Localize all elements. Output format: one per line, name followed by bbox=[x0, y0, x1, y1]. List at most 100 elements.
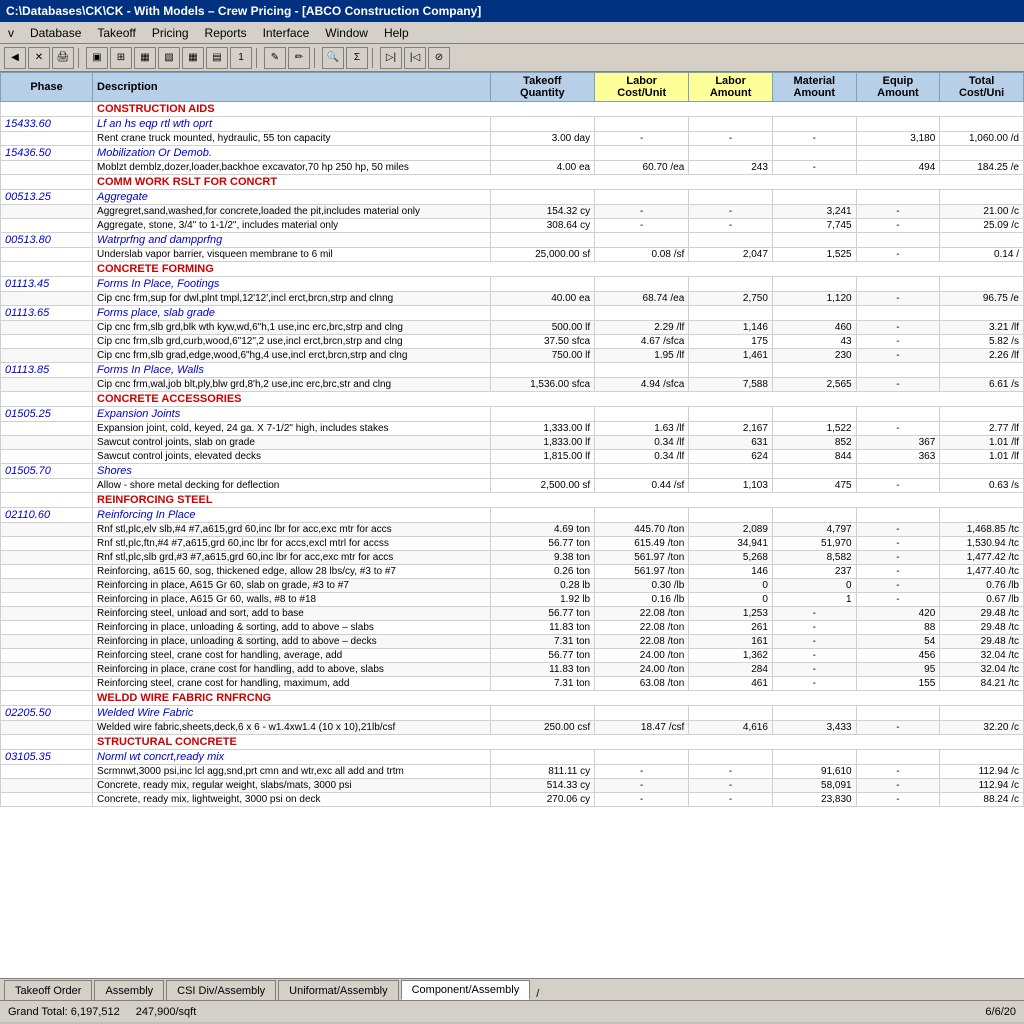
cell-labor-cost: - bbox=[595, 765, 689, 779]
table-row: Cip cnc frm,sup for dwl,plnt tmpl,12'12'… bbox=[1, 292, 1024, 306]
table-row: 01505.70Shores bbox=[1, 464, 1024, 479]
cell-labor-cost: - bbox=[595, 205, 689, 219]
toolbar-btn-1[interactable]: ◀ bbox=[4, 47, 26, 69]
cell-phase bbox=[1, 450, 93, 464]
cell-labor-cost: 60.70 /ea bbox=[595, 161, 689, 175]
cell-description: Rnf stl,plc,ftn,#4 #7,a615,grd 60,inc lb… bbox=[93, 537, 490, 551]
col-header-takeoff: TakeoffQuantity bbox=[490, 73, 595, 102]
cell-total: 96.75 /e bbox=[940, 292, 1024, 306]
cell-labor-amount: 461 bbox=[689, 677, 773, 691]
cell-equip: - bbox=[856, 579, 940, 593]
cell-total bbox=[940, 233, 1024, 248]
grand-total: Grand Total: 6,197,512 bbox=[8, 1006, 120, 1018]
cell-total bbox=[940, 363, 1024, 378]
cell-labor-amount: 2,089 bbox=[689, 523, 773, 537]
table-row: Cip cnc frm,slb grad,edge,wood,6"hg,4 us… bbox=[1, 349, 1024, 363]
toolbar-btn-9[interactable]: ▤ bbox=[206, 47, 228, 69]
toolbar-btn-14[interactable]: Σ bbox=[346, 47, 368, 69]
cell-labor-cost bbox=[595, 363, 689, 378]
toolbar-btn-13[interactable]: 🔍 bbox=[322, 47, 344, 69]
cell-takeoff: 37.50 sfca bbox=[490, 335, 595, 349]
cell-labor-amount: 2,750 bbox=[689, 292, 773, 306]
cell-equip: - bbox=[856, 523, 940, 537]
cell-labor-cost: 22.08 /ton bbox=[595, 635, 689, 649]
cell-phase: 01113.45 bbox=[1, 277, 93, 292]
toolbar-btn-6[interactable]: ▦ bbox=[134, 47, 156, 69]
tab-assembly[interactable]: Assembly bbox=[94, 980, 164, 1000]
cell-description: COMM WORK RSLT FOR CONCRT bbox=[93, 175, 1024, 190]
toolbar-btn-11[interactable]: ✎ bbox=[264, 47, 286, 69]
cell-equip: 95 bbox=[856, 663, 940, 677]
cell-phase bbox=[1, 551, 93, 565]
cell-material bbox=[772, 706, 856, 721]
cell-description: REINFORCING STEEL bbox=[93, 493, 1024, 508]
cell-labor-cost: 1.63 /lf bbox=[595, 422, 689, 436]
cell-labor-amount: - bbox=[689, 205, 773, 219]
cell-material bbox=[772, 363, 856, 378]
table-row: Reinforcing steel, unload and sort, add … bbox=[1, 607, 1024, 621]
table-row: WELDD WIRE FABRIC RNFRCNG bbox=[1, 691, 1024, 706]
cell-description: CONSTRUCTION AIDS bbox=[93, 102, 1024, 117]
toolbar-btn-17[interactable]: ⊘ bbox=[428, 47, 450, 69]
cell-takeoff: 500.00 lf bbox=[490, 321, 595, 335]
table-row: 00513.25Aggregate bbox=[1, 190, 1024, 205]
title-text: C:\Databases\CK\CK - With Models – Crew … bbox=[6, 4, 481, 18]
cell-labor-amount: 1,103 bbox=[689, 479, 773, 493]
cell-material bbox=[772, 464, 856, 479]
toolbar-btn-4[interactable]: ▣ bbox=[86, 47, 108, 69]
menu-interface[interactable]: Interface bbox=[255, 24, 318, 42]
toolbar-btn-10[interactable]: 1 bbox=[230, 47, 252, 69]
cell-phase: 02205.50 bbox=[1, 706, 93, 721]
toolbar-btn-16[interactable]: |◁ bbox=[404, 47, 426, 69]
table-row: Reinforcing in place, unloading & sortin… bbox=[1, 635, 1024, 649]
cell-description: Lf an hs eqp rtl wth oprt bbox=[93, 117, 490, 132]
cell-description: Scrmnwt,3000 psi,inc lcl agg,snd,prt cmn… bbox=[93, 765, 490, 779]
cell-takeoff: 7.31 ton bbox=[490, 635, 595, 649]
cell-material bbox=[772, 750, 856, 765]
cell-description: Aggregate, stone, 3/4" to 1-1/2", includ… bbox=[93, 219, 490, 233]
cell-takeoff bbox=[490, 706, 595, 721]
menu-v[interactable]: v bbox=[0, 24, 22, 42]
cell-equip: - bbox=[856, 779, 940, 793]
toolbar-btn-2[interactable]: ✕ bbox=[28, 47, 50, 69]
toolbar-btn-12[interactable]: ✏ bbox=[288, 47, 310, 69]
cell-material bbox=[772, 190, 856, 205]
table-row: Rent crane truck mounted, hydraulic, 55 … bbox=[1, 132, 1024, 146]
cell-description: Concrete, ready mix, lightweight, 3000 p… bbox=[93, 793, 490, 807]
cell-labor-amount bbox=[689, 146, 773, 161]
cell-total bbox=[940, 190, 1024, 205]
cell-labor-cost: 63.08 /ton bbox=[595, 677, 689, 691]
menu-takeoff[interactable]: Takeoff bbox=[89, 24, 143, 42]
table-container[interactable]: Phase Description TakeoffQuantity LaborC… bbox=[0, 72, 1024, 978]
toolbar-btn-8[interactable]: ▦ bbox=[182, 47, 204, 69]
toolbar-btn-3[interactable]: 🖨 bbox=[52, 47, 74, 69]
cell-phase bbox=[1, 262, 93, 277]
table-row: Rnf stl,plc,ftn,#4 #7,a615,grd 60,inc lb… bbox=[1, 537, 1024, 551]
table-row: Cip cnc frm,wal,job blt,ply,blw grd,8'h,… bbox=[1, 378, 1024, 392]
cell-labor-amount: 146 bbox=[689, 565, 773, 579]
tab-uniformat-assembly[interactable]: Uniformat/Assembly bbox=[278, 980, 398, 1000]
menu-database[interactable]: Database bbox=[22, 24, 89, 42]
tab-takeoff-order[interactable]: Takeoff Order bbox=[4, 980, 92, 1000]
cell-takeoff: 56.77 ton bbox=[490, 649, 595, 663]
menu-pricing[interactable]: Pricing bbox=[144, 24, 197, 42]
cell-equip bbox=[856, 363, 940, 378]
tab-component-assembly[interactable]: Component/Assembly bbox=[401, 980, 531, 1000]
cell-description: Norml wt concrt,ready mix bbox=[93, 750, 490, 765]
cell-labor-cost: 18.47 /csf bbox=[595, 721, 689, 735]
menu-window[interactable]: Window bbox=[317, 24, 376, 42]
table-row: Reinforcing in place, A615 Gr 60, slab o… bbox=[1, 579, 1024, 593]
cell-total: 1.01 /lf bbox=[940, 450, 1024, 464]
menu-reports[interactable]: Reports bbox=[197, 24, 255, 42]
tab-csi-div-assembly[interactable]: CSI Div/Assembly bbox=[166, 980, 276, 1000]
cell-labor-amount bbox=[689, 117, 773, 132]
toolbar-btn-7[interactable]: ▧ bbox=[158, 47, 180, 69]
menu-help[interactable]: Help bbox=[376, 24, 417, 42]
cell-material: - bbox=[772, 621, 856, 635]
cell-material: 43 bbox=[772, 335, 856, 349]
cell-labor-cost: 1.95 /lf bbox=[595, 349, 689, 363]
cell-labor-amount bbox=[689, 407, 773, 422]
cell-material: 51,970 bbox=[772, 537, 856, 551]
toolbar-btn-5[interactable]: ⊞ bbox=[110, 47, 132, 69]
toolbar-btn-15[interactable]: ▷| bbox=[380, 47, 402, 69]
